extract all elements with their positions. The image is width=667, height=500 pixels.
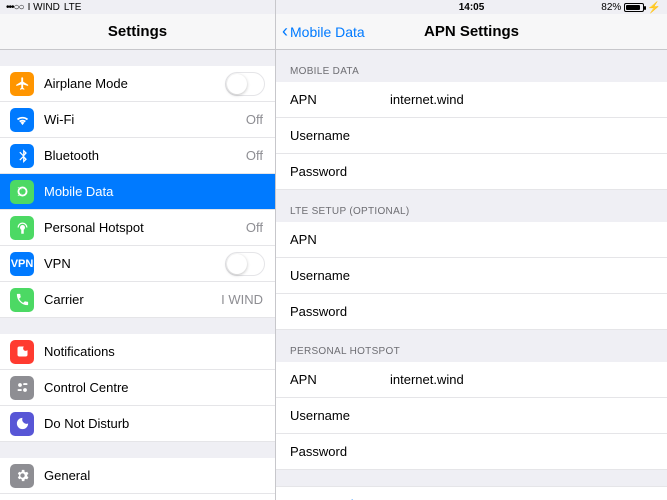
apn-field-row[interactable]: APNinternet.wind	[276, 362, 667, 398]
sidebar-item-wifi[interactable]: Wi-FiOff	[0, 102, 275, 138]
network-type: LTE	[64, 2, 82, 13]
sidebar-item-value: Off	[246, 220, 263, 235]
battery-percent: 82%	[601, 2, 621, 13]
settings-sidebar[interactable]: Airplane ModeWi-FiOffBluetoothOffMobile …	[0, 50, 275, 500]
notifications-icon	[10, 340, 34, 364]
field-value[interactable]: internet.wind	[390, 92, 464, 107]
signal-dots: •••○○	[6, 2, 24, 13]
moon-icon	[10, 412, 34, 436]
phone-icon	[10, 288, 34, 312]
apn-field-row[interactable]: Username	[276, 258, 667, 294]
sidebar-item-cc[interactable]: Control Centre	[0, 370, 275, 406]
detail-header: ‹ Mobile Data APN Settings	[276, 14, 667, 50]
wifi-icon	[10, 108, 34, 132]
sidebar-item-label: Control Centre	[44, 380, 265, 395]
field-label: Password	[290, 304, 390, 319]
field-label: Username	[290, 128, 390, 143]
sidebar-item-vpn[interactable]: VPN VPN	[0, 246, 275, 282]
sidebar-item-carrier[interactable]: CarrierI WIND	[0, 282, 275, 318]
sidebar-item-label: Bluetooth	[44, 148, 246, 163]
sidebar-item-bt[interactable]: BluetoothOff	[0, 138, 275, 174]
section-header: LTE SETUP (OPTIONAL)	[276, 190, 667, 222]
field-label: Username	[290, 408, 390, 423]
charging-icon: ⚡	[647, 1, 661, 14]
sidebar-item-label: Carrier	[44, 292, 221, 307]
field-label: APN	[290, 92, 390, 107]
back-button[interactable]: ‹ Mobile Data	[282, 21, 365, 42]
sidebar-item-dnd[interactable]: Do Not Disturb	[0, 406, 275, 442]
sidebar-item-display[interactable]: AADisplay & Brightness	[0, 494, 275, 500]
sidebar-item-value: Off	[246, 148, 263, 163]
vpn-toggle[interactable]	[225, 252, 265, 276]
sidebar-item-notif[interactable]: Notifications	[0, 334, 275, 370]
reset-settings-button[interactable]: Reset Settings	[276, 486, 667, 500]
sidebar-item-value: I WIND	[221, 292, 263, 307]
sidebar-item-hotspot[interactable]: Personal HotspotOff	[0, 210, 275, 246]
apn-field-row[interactable]: Username	[276, 118, 667, 154]
field-label: Password	[290, 164, 390, 179]
sidebar-item-label: Wi-Fi	[44, 112, 246, 127]
sidebar-item-airplane[interactable]: Airplane Mode	[0, 66, 275, 102]
sidebar-item-label: VPN	[44, 256, 225, 271]
field-label: APN	[290, 372, 390, 387]
sidebar-item-general[interactable]: General	[0, 458, 275, 494]
hotspot-icon	[10, 216, 34, 240]
section-header: PERSONAL HOTSPOT	[276, 330, 667, 362]
sidebar-item-label: Personal Hotspot	[44, 220, 246, 235]
sidebar-item-label: General	[44, 468, 265, 483]
field-label: APN	[290, 232, 390, 247]
carrier-name: I WIND	[28, 2, 60, 13]
chevron-left-icon: ‹	[282, 21, 288, 42]
apn-field-row[interactable]: Password	[276, 154, 667, 190]
sidebar-item-label: Airplane Mode	[44, 76, 225, 91]
apn-field-row[interactable]: APN	[276, 222, 667, 258]
section-header: MOBILE DATA	[276, 50, 667, 82]
back-label: Mobile Data	[290, 24, 365, 40]
detail-scroll[interactable]: MOBILE DATAAPNinternet.windUsernamePassw…	[276, 50, 667, 500]
sidebar-item-mobile[interactable]: Mobile Data	[0, 174, 275, 210]
battery-icon	[624, 3, 644, 12]
field-label: Password	[290, 444, 390, 459]
status-time: 14:05	[459, 2, 485, 13]
apn-field-row[interactable]: Username	[276, 398, 667, 434]
sidebar-item-label: Notifications	[44, 344, 265, 359]
apn-field-row[interactable]: Password	[276, 294, 667, 330]
field-value[interactable]: internet.wind	[390, 372, 464, 387]
airplane-toggle[interactable]	[225, 72, 265, 96]
sidebar-item-label: Mobile Data	[44, 184, 265, 199]
bluetooth-icon	[10, 144, 34, 168]
apn-field-row[interactable]: APNinternet.wind	[276, 82, 667, 118]
vpn-icon: VPN	[10, 252, 34, 276]
apn-field-row[interactable]: Password	[276, 434, 667, 470]
sidebar-item-value: Off	[246, 112, 263, 127]
control-centre-icon	[10, 376, 34, 400]
airplane-icon	[10, 72, 34, 96]
field-label: Username	[290, 268, 390, 283]
settings-header: Settings	[0, 14, 275, 50]
settings-title: Settings	[0, 23, 275, 40]
gear-icon	[10, 464, 34, 488]
antenna-icon	[10, 180, 34, 204]
sidebar-item-label: Do Not Disturb	[44, 416, 265, 431]
